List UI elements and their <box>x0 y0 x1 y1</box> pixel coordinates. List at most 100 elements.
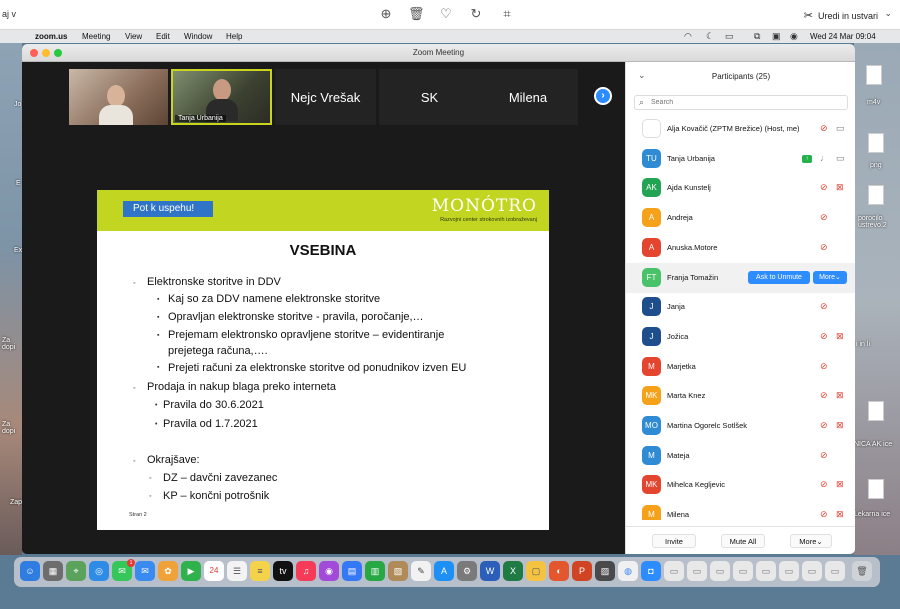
document-icon[interactable]: ▭ <box>710 561 730 581</box>
document-icon[interactable]: ▭ <box>733 561 753 581</box>
maps-icon[interactable]: ⌖ <box>66 561 86 581</box>
participant-row[interactable]: M Mateja ⊘ <box>626 441 855 471</box>
microphone-muted-icon[interactable]: ⊘ <box>820 479 828 490</box>
menu-meeting[interactable]: Meeting <box>82 32 110 41</box>
apple-tv-icon[interactable]: tv <box>273 561 293 581</box>
participant-row[interactable]: A Andreja ⊘ <box>626 203 855 233</box>
participant-row[interactable]: TU Tanja Urbanija ↑ ♩ ▭ <box>626 144 855 174</box>
numbers-icon[interactable]: ▥ <box>365 561 385 581</box>
document-icon[interactable]: ▭ <box>664 561 684 581</box>
video-thumbnail[interactable] <box>69 69 168 125</box>
participant-row[interactable]: M Milena ⊘ ⊠ <box>626 500 855 520</box>
display-icon[interactable]: ▣ <box>772 31 781 42</box>
microphone-muted-icon[interactable]: ⊘ <box>820 390 828 401</box>
video-off-icon[interactable]: ⊠ <box>836 420 844 431</box>
microphone-muted-icon[interactable]: ⊘ <box>820 420 828 431</box>
keynote-icon[interactable]: ▤ <box>342 561 362 581</box>
document-icon[interactable]: ▭ <box>687 561 707 581</box>
menu-window[interactable]: Window <box>184 32 212 41</box>
powerpoint-icon[interactable]: P <box>572 561 592 581</box>
reminders-icon[interactable]: ☰ <box>227 561 247 581</box>
video-camera-icon[interactable]: ▭ <box>836 123 845 134</box>
edit-create-button[interactable]: ✂ Uredi in ustvari <box>804 9 878 22</box>
safari-icon[interactable]: ◎ <box>89 561 109 581</box>
microphone-muted-icon[interactable]: ⊘ <box>820 361 828 372</box>
video-off-icon[interactable]: ⊠ <box>836 479 844 490</box>
photos-icon[interactable]: ✿ <box>158 561 178 581</box>
video-off-icon[interactable]: ⊠ <box>836 509 844 520</box>
trash-icon[interactable]: 🗑 <box>852 561 872 581</box>
calendar-icon[interactable]: 24 <box>204 561 224 581</box>
microphone-muted-icon[interactable]: ⊘ <box>820 123 828 134</box>
siri-icon[interactable]: ◉ <box>790 31 798 42</box>
contacts-icon[interactable]: ▧ <box>388 561 408 581</box>
participant-row[interactable]: M Marjetka ⊘ <box>626 352 855 382</box>
podcasts-icon[interactable]: ◉ <box>319 561 339 581</box>
rotate-icon[interactable]: ↻ <box>468 6 484 22</box>
participant-row[interactable]: MK Marta Knez ⊘ ⊠ <box>626 381 855 411</box>
participant-row[interactable]: MO Martina Ogorelc Sotlšek ⊘ ⊠ <box>626 411 855 441</box>
mail-icon[interactable]: ✉ <box>135 561 155 581</box>
participant-row[interactable]: FT Franja Tomažin Ask to Unmute More⌄ <box>626 262 855 293</box>
invite-button[interactable]: Invite <box>652 534 696 548</box>
more-button[interactable]: More⌄ <box>790 534 832 548</box>
video-off-icon[interactable]: ⊠ <box>836 390 844 401</box>
clock[interactable]: Wed 24 Mar 09:04 <box>810 32 876 41</box>
microphone-muted-icon[interactable]: ⊘ <box>820 331 828 342</box>
document-icon[interactable]: ▭ <box>825 561 845 581</box>
wifi-icon[interactable]: ◠ <box>684 31 692 42</box>
participant-row[interactable]: AK Ajda Kunstelj ⊘ ⊠ <box>626 173 855 203</box>
video-thumbnail[interactable]: Nejc Vrešak <box>275 69 376 125</box>
menu-help[interactable]: Help <box>226 32 242 41</box>
heart-icon[interactable]: ♡ <box>438 6 454 22</box>
file-icon[interactable] <box>868 479 884 499</box>
menu-app-name[interactable]: zoom.us <box>35 32 67 41</box>
file-icon[interactable] <box>868 401 884 421</box>
video-camera-icon[interactable]: ▭ <box>836 153 845 164</box>
app-store-icon[interactable]: A <box>434 561 454 581</box>
participant-row[interactable]: J Jožica ⊘ ⊠ <box>626 322 855 352</box>
microphone-muted-icon[interactable]: ⊘ <box>820 509 828 520</box>
finder-icon[interactable]: ☺ <box>20 561 40 581</box>
crop-icon[interactable]: ⌗ <box>499 6 515 22</box>
textedit-icon[interactable]: ✎ <box>411 561 431 581</box>
file-icon[interactable] <box>868 185 884 205</box>
microphone-muted-icon[interactable]: ⊘ <box>820 212 828 223</box>
control-center-icon[interactable]: ⧉ <box>754 31 760 42</box>
facetime-icon[interactable]: ▶ <box>181 561 201 581</box>
video-off-icon[interactable]: ⊠ <box>836 182 844 193</box>
search-input[interactable] <box>651 97 831 108</box>
next-page-arrow-icon[interactable]: › <box>594 87 612 105</box>
microphone-muted-icon[interactable]: ⊘ <box>820 182 828 193</box>
launchpad-icon[interactable]: ▦ <box>43 561 63 581</box>
trash-icon[interactable]: 🗑 <box>408 6 425 22</box>
word-icon[interactable]: W <box>480 561 500 581</box>
zoom-icon[interactable]: ◘ <box>641 561 661 581</box>
notes-icon[interactable]: ≡ <box>250 561 270 581</box>
chrome-icon[interactable]: ◍ <box>618 561 638 581</box>
mute-all-button[interactable]: Mute All <box>721 534 765 548</box>
system-preferences-icon[interactable]: ⚙ <box>457 561 477 581</box>
video-off-icon[interactable]: ⊠ <box>836 331 844 342</box>
messages-icon[interactable]: ✉ 1 <box>112 559 135 581</box>
participant-row[interactable]: Alja Kovačič (ZPTM Brežice) (Host, me) ⊘ ▭ <box>626 114 855 144</box>
ask-to-unmute-button[interactable]: Ask to Unmute <box>748 270 810 284</box>
document-icon[interactable]: ▭ <box>802 561 822 581</box>
chevron-down-icon[interactable]: ⌄ <box>884 8 892 19</box>
menu-edit[interactable]: Edit <box>156 32 170 41</box>
firefox-icon[interactable]: ◐ <box>549 561 569 581</box>
microphone-muted-icon[interactable]: ⊘ <box>820 301 828 312</box>
video-thumbnail-active-speaker[interactable]: Tanja Urbanija <box>171 69 272 125</box>
video-thumbnail[interactable]: SK <box>379 69 480 125</box>
microphone-muted-icon[interactable]: ⊘ <box>820 242 828 253</box>
preview-icon[interactable]: ▨ <box>595 561 615 581</box>
menu-view[interactable]: View <box>125 32 142 41</box>
microphone-muted-icon[interactable]: ⊘ <box>820 450 828 461</box>
file-icon[interactable] <box>866 65 882 85</box>
battery-icon[interactable]: ▭ <box>725 31 734 42</box>
file-icon[interactable] <box>868 133 884 153</box>
video-thumbnail[interactable]: Milena <box>478 69 578 125</box>
document-icon[interactable]: ▭ <box>756 561 776 581</box>
zoom-in-icon[interactable]: ⊕ <box>378 6 394 22</box>
moon-icon[interactable]: ☾ <box>706 31 714 42</box>
